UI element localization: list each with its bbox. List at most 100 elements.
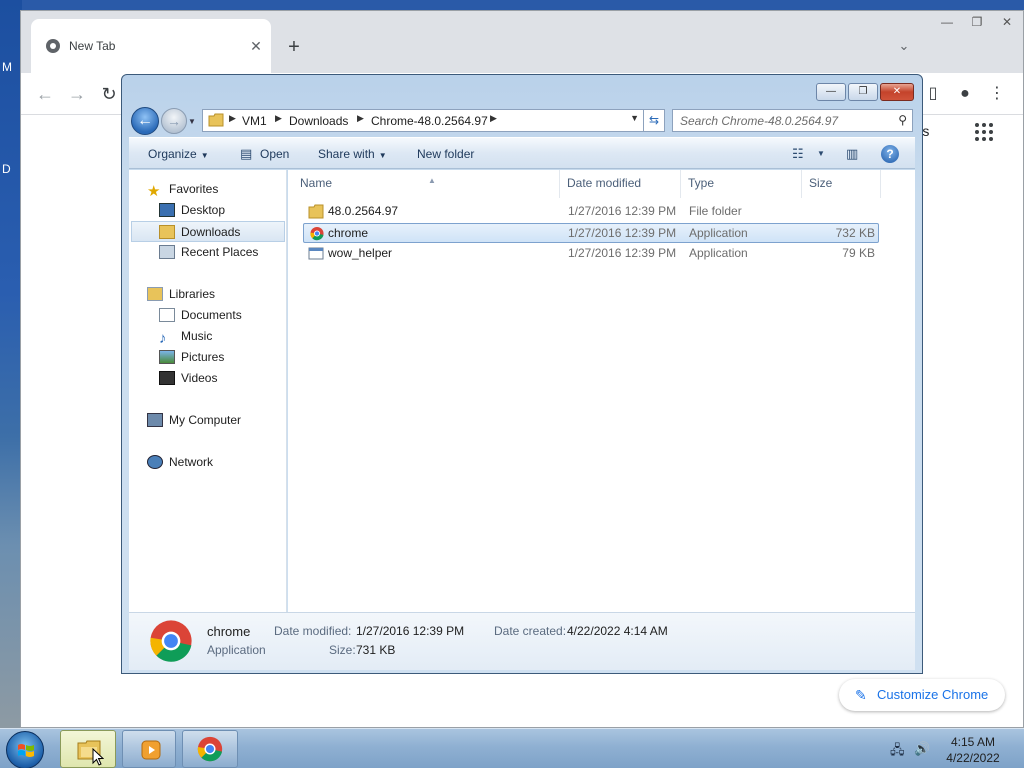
nav-videos[interactable]: Videos	[159, 368, 217, 389]
organize-button[interactable]: Organize ▼	[148, 147, 209, 161]
column-header-date-modified[interactable]: Date modified	[561, 170, 681, 198]
tab-search-button[interactable]: ⌄	[895, 38, 913, 56]
folder-icon	[308, 204, 324, 219]
nav-favorites[interactable]: ★ Favorites	[147, 179, 218, 200]
search-input[interactable]: Search Chrome-48.0.2564.97 ⚲	[672, 109, 913, 132]
customize-chrome-label: Customize Chrome	[877, 687, 989, 702]
minimize-button[interactable]: —	[933, 11, 961, 33]
downloads-folder-icon	[159, 224, 175, 239]
details-file-kind: Application	[207, 643, 266, 657]
file-date: 1/27/2016 12:39 PM	[568, 226, 677, 240]
nav-network-label: Network	[169, 455, 214, 469]
close-button[interactable]: ✕	[880, 83, 914, 101]
recent-places-icon	[159, 244, 175, 259]
sort-ascending-icon: ▲	[428, 176, 436, 185]
nav-videos-label: Videos	[181, 371, 218, 385]
open-button[interactable]: Open	[260, 147, 289, 161]
taskbar-chrome-button[interactable]	[182, 730, 238, 768]
address-dropdown-icon[interactable]: ▼	[630, 113, 639, 123]
tab-title: New Tab	[69, 39, 116, 53]
maximize-button[interactable]: ❐	[848, 83, 878, 101]
desktop-icon	[159, 202, 175, 217]
nav-documents[interactable]: Documents	[159, 305, 242, 326]
details-date-modified-label: Date modified:	[274, 624, 352, 638]
address-bar[interactable]: ▶ VM1 ▶ Downloads ▶ Chrome-48.0.2564.97 …	[202, 109, 664, 132]
file-name: chrome	[328, 226, 369, 240]
taskbar-media-player-button[interactable]	[122, 730, 176, 768]
chrome-menu-icon[interactable]: ⋮	[985, 82, 1009, 106]
star-icon: ★	[147, 182, 161, 200]
new-tab-button[interactable]: +	[283, 37, 305, 59]
volume-icon[interactable]: 🔊	[914, 741, 930, 757]
nav-music-label: Music	[181, 329, 213, 343]
start-button[interactable]	[6, 731, 44, 768]
nav-libraries-label: Libraries	[169, 287, 216, 301]
forward-arrow-icon[interactable]: →	[65, 82, 89, 106]
breadcrumb-downloads[interactable]: Downloads	[289, 114, 348, 128]
reload-icon[interactable]: ↻	[97, 82, 121, 106]
back-button[interactable]: ←	[131, 107, 159, 135]
file-type: Application	[689, 246, 748, 260]
column-header-size[interactable]: Size	[803, 170, 881, 198]
minimize-button[interactable]: —	[816, 83, 846, 101]
table-row[interactable]	[302, 276, 876, 296]
column-header-name[interactable]: Name ▲	[294, 170, 560, 198]
clock-time: 4:15 AM	[950, 735, 996, 749]
breadcrumb-arrow-icon[interactable]: ▶	[490, 113, 497, 124]
command-bar: Organize ▼ ▤ Open Share with ▼ New folder …	[129, 137, 915, 169]
table-row-folder[interactable]: 48.0.2564.97 1/27/2016 12:39 PM File fol…	[303, 202, 877, 222]
nav-pictures[interactable]: Pictures	[159, 347, 224, 368]
nav-desktop[interactable]: Desktop	[159, 200, 225, 221]
new-folder-button[interactable]: New folder	[417, 147, 474, 161]
chrome-app-icon	[197, 736, 223, 762]
forward-button[interactable]: →	[161, 108, 187, 134]
nav-downloads[interactable]: Downloads	[131, 221, 285, 242]
table-row-chrome[interactable]: chrome 1/27/2016 12:39 PM Application 73…	[303, 223, 879, 243]
column-header-type[interactable]: Type	[682, 170, 802, 198]
music-icon: ♪	[159, 329, 167, 347]
customize-chrome-button[interactable]: ✎ Customize Chrome	[839, 679, 1005, 711]
breadcrumb-vm1[interactable]: VM1	[242, 114, 267, 128]
nav-libraries[interactable]: Libraries	[147, 284, 215, 305]
breadcrumb-arrow-icon[interactable]: ▶	[275, 113, 282, 124]
file-name: 48.0.2564.97	[328, 204, 399, 218]
nav-music[interactable]: ♪ Music	[159, 326, 212, 347]
network-tray-icon[interactable]: 🖧	[890, 741, 905, 763]
preview-pane-icon[interactable]: ▥	[846, 146, 858, 162]
view-options-icon[interactable]: ☷	[792, 146, 804, 162]
details-size-label: Size:	[329, 643, 356, 657]
share-with-button[interactable]: Share with ▼	[318, 147, 387, 161]
breadcrumb-arrow-icon[interactable]: ▶	[229, 113, 236, 124]
breadcrumb-arrow-icon[interactable]: ▶	[357, 113, 364, 124]
recent-pages-dropdown-icon[interactable]: ▼	[188, 117, 196, 126]
close-button[interactable]: ✕	[993, 11, 1021, 33]
search-placeholder: Search Chrome-48.0.2564.97	[680, 114, 839, 128]
view-dropdown-icon[interactable]: ▼	[817, 149, 825, 158]
nav-my-computer[interactable]: My Computer	[147, 410, 241, 431]
google-apps-icon[interactable]	[975, 123, 995, 143]
file-type: Application	[689, 226, 748, 240]
restore-button[interactable]: ❐	[963, 11, 991, 33]
explorer-window: — ❐ ✕ ← → ▼ ▶ VM1 ▶ Downloads ▶ Chrome-4…	[121, 74, 923, 674]
details-date-modified: 1/27/2016 12:39 PM	[356, 624, 465, 638]
clock[interactable]: 4:15 AM 4/22/2022	[940, 734, 1006, 766]
nav-network[interactable]: Network	[147, 452, 213, 473]
breadcrumb-chrome-folder[interactable]: Chrome-48.0.2564.97	[371, 114, 488, 128]
file-date: 1/27/2016 12:39 PM	[568, 246, 677, 260]
nav-recent-places[interactable]: Recent Places	[159, 242, 258, 263]
tab-close-icon[interactable]: ✕	[247, 37, 265, 55]
side-panel-icon[interactable]: ▯	[921, 82, 945, 106]
refresh-icon[interactable]: ⇆	[643, 109, 665, 132]
desktop-background: M D	[0, 0, 22, 728]
column-name-label: Name	[300, 176, 333, 190]
taskbar-explorer-button[interactable]	[60, 730, 116, 768]
chrome-app-icon	[310, 226, 324, 241]
search-icon[interactable]: ⚲	[898, 113, 907, 127]
back-arrow-icon[interactable]: ←	[33, 82, 57, 106]
help-icon[interactable]: ?	[881, 145, 899, 163]
details-file-name: chrome	[207, 624, 251, 639]
libraries-icon	[147, 286, 163, 301]
profile-avatar-icon[interactable]: ●	[953, 82, 977, 106]
tab-new-tab[interactable]: New Tab ✕	[31, 19, 271, 73]
table-row-wow-helper[interactable]: wow_helper 1/27/2016 12:39 PM Applicatio…	[303, 244, 877, 264]
